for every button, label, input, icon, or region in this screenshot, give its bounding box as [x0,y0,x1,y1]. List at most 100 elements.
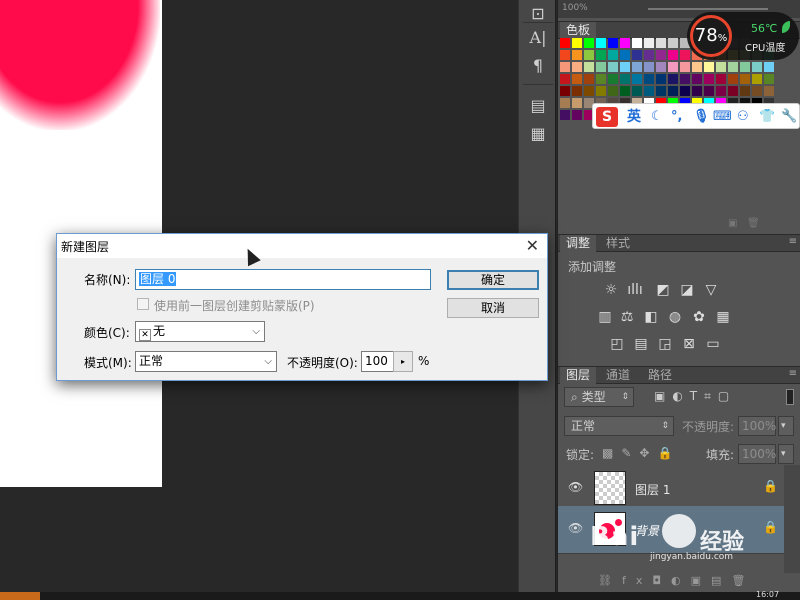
color-swatch[interactable] [656,74,666,84]
fill-field[interactable]: 100% [738,444,776,464]
color-swatch[interactable] [620,62,630,72]
color-swatch[interactable] [560,110,570,120]
color-swatch[interactable] [608,62,618,72]
color-swatch[interactable] [764,62,774,72]
color-swatch[interactable] [716,74,726,84]
color-swatch[interactable] [608,74,618,84]
language-mode[interactable]: 英 [627,107,641,127]
color-swatch[interactable] [680,74,690,84]
cpu-monitor-widget[interactable]: 78% 56℃ CPU温度 [687,12,799,60]
panel-menu-icon[interactable]: ≡ [789,236,797,247]
start-button[interactable] [0,592,40,600]
color-swatch[interactable] [752,74,762,84]
color-swatch[interactable] [584,38,594,48]
tab-channels[interactable]: 通道 [600,367,636,384]
layer-name-input[interactable]: 图层 0 [135,269,431,290]
invert-icon[interactable]: ◰ [609,336,625,352]
mode-select[interactable]: 正常 ⌵ [135,351,277,372]
color-swatch[interactable] [728,74,738,84]
zoom-slider[interactable] [648,8,768,10]
layers-panel-menu-icon[interactable]: ≡ [789,368,797,379]
color-swatch[interactable] [632,62,642,72]
channel-mixer-icon[interactable]: ✿ [691,309,707,325]
color-swatch[interactable] [596,38,606,48]
color-swatch[interactable] [704,74,714,84]
color-swatch[interactable] [584,74,594,84]
clip-mask-checkbox[interactable] [137,298,149,310]
color-swatch[interactable] [632,50,642,60]
user-icon[interactable]: ⚇ [737,107,749,127]
photo-filter-icon[interactable]: ◍ [667,309,683,325]
ok-button[interactable]: 确定 [447,270,539,290]
color-swatch[interactable] [572,50,582,60]
color-swatch[interactable] [560,74,570,84]
color-swatch[interactable] [740,86,750,96]
hue-saturation-icon[interactable]: ▥ [597,309,613,325]
vibrance-icon[interactable]: ▽ [703,282,719,298]
color-swatch[interactable] [596,74,606,84]
color-swatch[interactable] [596,50,606,60]
color-swatch[interactable] [668,62,678,72]
color-swatch[interactable] [656,62,666,72]
color-swatch[interactable] [572,38,582,48]
color-swatch[interactable] [560,62,570,72]
color-swatch[interactable] [704,62,714,72]
paragraph-icon[interactable]: ¶ [525,54,551,78]
color-swatch[interactable] [560,98,570,108]
selective-color-icon[interactable]: ⊠ [681,336,697,352]
wrench-icon[interactable]: 🔧 [781,107,797,127]
color-swatch[interactable] [572,110,582,120]
tab-adjustments[interactable]: 调整 [560,235,597,252]
brightness-icon[interactable]: ☼ [603,282,619,298]
color-swatch[interactable] [620,86,630,96]
color-swatch[interactable] [740,62,750,72]
color-lookup-icon[interactable]: ▦ [715,309,731,325]
layer-filter-icons[interactable]: ▣◐T⌗▢ [654,389,736,404]
close-icon[interactable]: ✕ [526,236,539,255]
posterize-icon[interactable]: ▤ [633,336,649,352]
color-swatch[interactable] [716,86,726,96]
eye-icon[interactable]: 👁 [568,480,583,494]
color-swatch[interactable] [572,86,582,96]
microphone-icon[interactable]: 🎙 [693,107,710,127]
color-swatch[interactable] [560,86,570,96]
color-balance-icon[interactable]: ⚖ [619,309,635,325]
layer-filter-select[interactable]: ⌕ 类型 ⇕ [564,387,634,407]
tab-paths[interactable]: 路径 [642,367,678,384]
color-swatch[interactable] [752,86,762,96]
color-swatch[interactable] [572,74,582,84]
blend-mode-select[interactable]: 正常 ⇕ [564,416,674,436]
color-swatch[interactable] [764,86,774,96]
moon-icon[interactable]: ☾ [651,107,663,127]
layer-name[interactable]: 图层 1 [635,481,670,498]
color-select[interactable]: ✕ 无 ⌵ [135,321,265,342]
filter-toggle[interactable] [786,389,794,405]
color-swatch[interactable] [620,50,630,60]
fill-dropdown[interactable]: ▾ [778,444,794,464]
color-swatch[interactable] [680,62,690,72]
tab-swatches[interactable]: 色板 [560,22,597,39]
color-swatch[interactable] [692,86,702,96]
color-swatch[interactable] [608,38,618,48]
character-icon[interactable]: A| [525,26,551,50]
color-swatch[interactable] [728,62,738,72]
color-swatch[interactable] [572,98,582,108]
color-swatch[interactable] [644,62,654,72]
color-swatch[interactable] [728,86,738,96]
color-swatch[interactable] [584,50,594,60]
opacity-input[interactable]: 100 [361,351,395,372]
color-swatch[interactable] [596,86,606,96]
threshold-icon[interactable]: ◲ [657,336,673,352]
cancel-button[interactable]: 取消 [447,298,539,318]
color-swatch[interactable] [668,50,678,60]
color-swatch[interactable] [572,62,582,72]
color-swatch[interactable] [644,74,654,84]
opacity-field[interactable]: 100% [738,416,776,436]
color-swatch[interactable] [692,74,702,84]
color-swatch[interactable] [764,74,774,84]
curves-icon[interactable]: ◩ [655,282,671,298]
color-swatch[interactable] [656,50,666,60]
color-swatch[interactable] [656,86,666,96]
color-swatch[interactable] [632,38,642,48]
color-swatch[interactable] [560,50,570,60]
